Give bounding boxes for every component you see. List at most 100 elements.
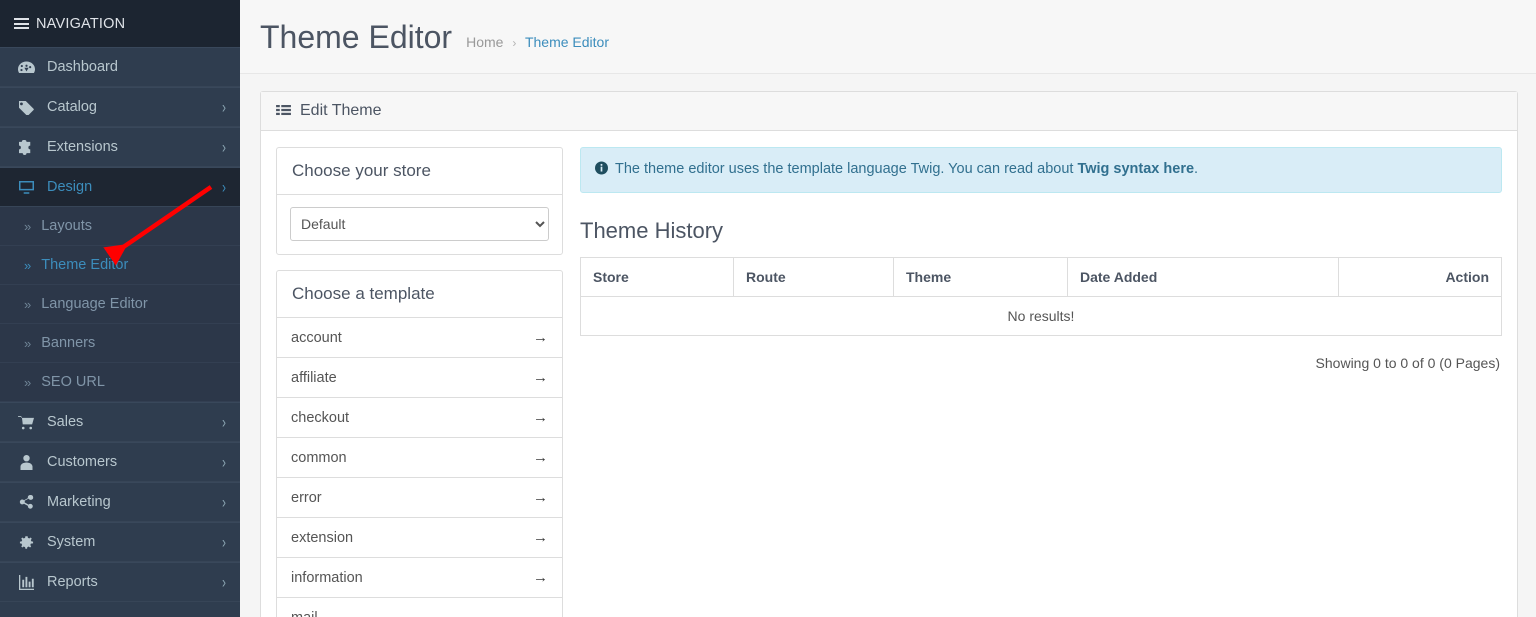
- navigation-header-label: NAVIGATION: [36, 15, 126, 32]
- dashboard-icon: [18, 59, 38, 75]
- double-chevron-icon: »: [24, 218, 32, 234]
- template-label: common: [291, 449, 347, 466]
- chevron-right-icon: ›: [222, 412, 226, 432]
- theme-history-title: Theme History: [580, 218, 724, 243]
- template-list: account → affiliate → checkout → common …: [277, 318, 562, 617]
- arrow-right-icon: →: [533, 329, 548, 346]
- cart-icon: [18, 414, 38, 430]
- right-column: The theme editor uses the template langu…: [563, 147, 1502, 617]
- breadcrumb-item-theme-editor[interactable]: Theme Editor: [525, 34, 609, 50]
- panel-heading-label: Edit Theme: [300, 102, 382, 119]
- sidebar-item-customers[interactable]: Customers ›: [0, 442, 240, 482]
- template-label: extension: [291, 529, 354, 546]
- template-label: information: [291, 569, 363, 586]
- sidebar-subitem-label: Language Editor: [41, 296, 148, 312]
- list-item[interactable]: affiliate →: [277, 357, 562, 397]
- gear-icon: [18, 534, 38, 550]
- content-header: Theme Editor Home › Theme Editor: [240, 0, 1536, 74]
- sidebar-item-language-editor[interactable]: » Language Editor: [0, 285, 240, 324]
- left-column: Choose your store Default Choose a templ…: [276, 147, 563, 617]
- chevron-right-icon: ›: [222, 572, 226, 592]
- sidebar-item-system[interactable]: System ›: [0, 522, 240, 562]
- sidebar-item-design[interactable]: Design ›: [0, 167, 240, 207]
- list-icon: [276, 104, 291, 118]
- double-chevron-icon: »: [24, 257, 32, 273]
- sidebar: NAVIGATION Dashboard Catalog › Extension…: [0, 0, 240, 617]
- table-head: Store Route Theme Date Added Action: [580, 257, 1502, 297]
- pagination-summary: Showing 0 to 0 of 0 (0 Pages): [1315, 355, 1500, 371]
- sidebar-item-label: Extensions: [47, 139, 118, 155]
- arrow-right-icon: →: [533, 449, 548, 466]
- choose-template-card: Choose a template account → affiliate →: [276, 270, 563, 617]
- column-header-theme: Theme: [893, 257, 1068, 297]
- sidebar-item-label: Marketing: [47, 494, 111, 510]
- desktop-icon: [18, 179, 38, 195]
- sidebar-item-label: Customers: [47, 454, 118, 470]
- list-item[interactable]: common →: [277, 437, 562, 477]
- chevron-right-icon: ›: [222, 532, 226, 552]
- sidebar-item-seo-url[interactable]: » SEO URL: [0, 363, 240, 402]
- alert-text-before: The theme editor uses the template langu…: [615, 161, 1078, 177]
- tag-icon: [18, 99, 38, 115]
- arrow-right-icon: →: [533, 529, 548, 546]
- share-icon: [18, 494, 38, 510]
- sidebar-item-banners[interactable]: » Banners: [0, 324, 240, 363]
- column-header-store: Store: [580, 257, 734, 297]
- sidebar-item-extensions[interactable]: Extensions ›: [0, 127, 240, 167]
- column-header-date-added: Date Added: [1067, 257, 1339, 297]
- sidebar-item-layouts[interactable]: » Layouts: [0, 207, 240, 246]
- page-title: Theme Editor: [260, 18, 453, 55]
- twig-info-alert: The theme editor uses the template langu…: [580, 147, 1502, 193]
- puzzle-icon: [18, 139, 38, 155]
- list-item[interactable]: error →: [277, 477, 562, 517]
- sidebar-item-label: Dashboard: [47, 59, 118, 75]
- list-item[interactable]: mail →: [277, 597, 562, 617]
- theme-history-table: Store Route Theme Date Added Action No r…: [580, 257, 1502, 336]
- arrow-right-icon: →: [533, 409, 548, 426]
- table-body: No results!: [580, 296, 1502, 336]
- sidebar-item-label: Catalog: [47, 99, 97, 115]
- sidebar-item-label: System: [47, 534, 96, 550]
- empty-results-cell: No results!: [580, 296, 1502, 336]
- column-header-route: Route: [733, 257, 894, 297]
- list-item[interactable]: account →: [277, 318, 562, 357]
- breadcrumb-item-home[interactable]: Home: [466, 34, 503, 50]
- sidebar-item-reports[interactable]: Reports ›: [0, 562, 240, 602]
- edit-theme-panel: Edit Theme Choose your store Default Cho…: [260, 91, 1518, 617]
- sidebar-subitem-label: Banners: [41, 335, 96, 351]
- sidebar-subitem-label: Theme Editor: [41, 257, 129, 273]
- main-content: Theme Editor Home › Theme Editor Edit Th…: [240, 0, 1536, 617]
- choose-store-title: Choose your store: [277, 148, 562, 195]
- sidebar-item-sales[interactable]: Sales ›: [0, 402, 240, 442]
- sidebar-item-theme-editor[interactable]: » Theme Editor: [0, 246, 240, 285]
- sidebar-item-label: Reports: [47, 574, 98, 590]
- chevron-right-icon: ›: [222, 137, 226, 157]
- sidebar-item-marketing[interactable]: Marketing ›: [0, 482, 240, 522]
- twig-syntax-link[interactable]: Twig syntax here: [1077, 161, 1194, 177]
- sidebar-subitem-label: SEO URL: [41, 374, 105, 390]
- hamburger-icon[interactable]: [14, 18, 29, 29]
- column-header-action: Action: [1338, 257, 1502, 297]
- template-label: mail: [291, 610, 318, 617]
- panel-heading: Edit Theme: [261, 92, 1517, 131]
- sidebar-item-label: Design: [47, 179, 93, 195]
- navigation-header[interactable]: NAVIGATION: [0, 0, 240, 47]
- chevron-right-icon: ›: [222, 97, 226, 117]
- chevron-right-icon: ›: [222, 492, 226, 512]
- list-item[interactable]: checkout →: [277, 397, 562, 437]
- double-chevron-icon: »: [24, 374, 32, 390]
- sidebar-item-dashboard[interactable]: Dashboard: [0, 47, 240, 87]
- sidebar-item-catalog[interactable]: Catalog ›: [0, 87, 240, 127]
- store-select[interactable]: Default: [290, 207, 549, 241]
- template-label: error: [291, 489, 322, 506]
- arrow-right-icon: →: [533, 489, 548, 506]
- template-label: account: [291, 329, 342, 346]
- chevron-right-icon: ›: [222, 177, 226, 197]
- table-header-row: Store Route Theme Date Added Action: [580, 257, 1502, 297]
- list-item[interactable]: extension →: [277, 517, 562, 557]
- panel-body: Choose your store Default Choose a templ…: [261, 131, 1517, 617]
- bar-chart-icon: [18, 574, 38, 590]
- table-row: No results!: [580, 296, 1502, 336]
- list-item[interactable]: information →: [277, 557, 562, 597]
- sidebar-item-label: Sales: [47, 414, 84, 430]
